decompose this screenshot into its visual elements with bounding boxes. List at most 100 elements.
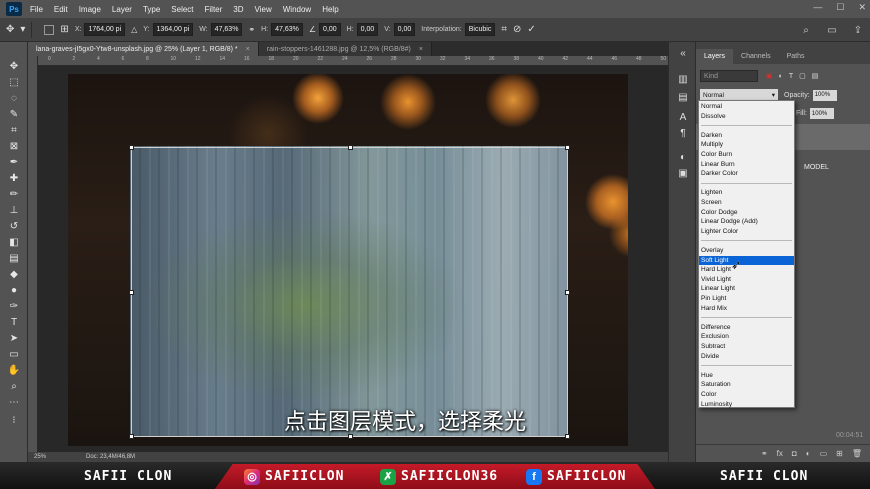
menu-edit[interactable]: Edit [54,5,68,14]
menu-layer[interactable]: Layer [112,5,132,14]
pen-tool-icon[interactable]: ✑ [6,300,22,314]
blend-option-multiply[interactable]: Multiply [699,140,794,150]
pixel-filter-icon[interactable]: ▣ [766,72,773,80]
blend-option-vivid-light[interactable]: Vivid Light [699,275,794,285]
menu-type[interactable]: Type [143,5,160,14]
blend-option-hard-mix[interactable]: Hard Mix [699,304,794,314]
maximize-icon[interactable]: ☐ [836,2,844,13]
lasso-tool-icon[interactable]: ◌ [6,92,22,106]
clone-stamp-tool-icon[interactable]: ⊥ [6,204,22,218]
menu-window[interactable]: Window [283,5,311,14]
menu-help[interactable]: Help [322,5,338,14]
close-tab-icon[interactable]: × [246,46,250,53]
menu-select[interactable]: Select [171,5,193,14]
dodge-tool-icon[interactable]: ● [6,284,22,298]
warp-icon[interactable]: ⌗ [501,24,507,35]
character-icon[interactable]: A [676,112,690,124]
blend-option-subtract[interactable]: Subtract [699,342,794,352]
blend-option-screen[interactable]: Screen [699,198,794,208]
blend-option-hard-light[interactable]: Hard Light [699,265,794,275]
workspace-icon[interactable]: ▭ [824,22,840,38]
canvas-workspace[interactable]: 点击图层模式，选择柔光 [38,66,668,452]
transform-bounding-box[interactable] [129,145,570,439]
tab-channels[interactable]: Channels [733,49,779,64]
transform-handle[interactable] [565,290,570,295]
history-brush-tool-icon[interactable]: ↺ [6,220,22,234]
crop-tool-icon[interactable]: ⌗ [6,124,22,138]
move-tool-icon[interactable]: ✥ [6,24,14,35]
mask-icon[interactable]: ◘ [792,449,797,458]
blend-option-pin-light[interactable]: Pin Light [699,294,794,304]
tab-layers[interactable]: Layers [696,49,734,64]
fill-field[interactable]: 100% [809,108,834,119]
blend-option-color-dodge[interactable]: Color Dodge [699,208,794,218]
menu-image[interactable]: Image [79,5,101,14]
app-logo[interactable]: Ps [6,2,22,16]
fx-icon[interactable]: fx [777,449,783,458]
new-layer-icon[interactable]: ⊞ [836,449,843,458]
search-icon[interactable]: ⌕ [798,22,814,38]
more-tools-icon[interactable]: ⋯ [6,396,22,410]
close-icon[interactable]: ✕ [858,2,866,13]
kind-filter[interactable]: Kind [700,70,758,82]
menu-filter[interactable]: Filter [205,5,223,14]
blend-mode-dropdown[interactable]: Normal Dissolve Darken Multiply Color Burn Li… [698,100,795,408]
group-icon[interactable]: ▭ [820,449,828,458]
width-field[interactable]: 47,63% [210,23,243,36]
blend-option-normal[interactable]: Normal [699,102,794,112]
blend-option-lighter-color[interactable]: Lighter Color [699,227,794,237]
move-tool-icon[interactable]: ✥ [6,60,22,74]
paragraph-icon[interactable]: ¶ [676,128,690,140]
trash-icon[interactable]: 🗑 [852,449,862,458]
doc-size[interactable]: Doc: 23,4M/46,8M [86,454,135,460]
dropdown-chevron-icon[interactable]: ▾ [20,24,25,35]
menu-view[interactable]: View [255,5,272,14]
transform-handle[interactable] [348,145,353,150]
blend-option-divide[interactable]: Divide [699,352,794,362]
quick-select-tool-icon[interactable]: ✎ [6,108,22,122]
tab-rain-stoppers[interactable]: rain-stoppers-1461288.jpg @ 12,5% (RGB/8… [258,42,432,56]
eyedropper-tool-icon[interactable]: ✒ [6,156,22,170]
blend-option-linear-burn[interactable]: Linear Burn [699,160,794,170]
marquee-tool-icon[interactable]: ⬚ [6,76,22,90]
blend-option-darken[interactable]: Darken [699,131,794,141]
height-field[interactable]: 47,63% [271,23,303,36]
blend-option-hue[interactable]: Hue [699,371,794,381]
shape-filter-icon[interactable]: ▢ [799,72,806,80]
y-field[interactable]: 1364,00 pi [152,23,194,36]
history-icon[interactable]: ▥ [676,74,690,86]
type-tool-icon[interactable]: T [6,316,22,330]
transform-handle[interactable] [565,434,570,439]
commit-transform-icon[interactable]: ✓ [527,24,535,35]
blend-option-color[interactable]: Color [699,390,794,400]
minimize-icon[interactable]: — [813,2,822,13]
x-field[interactable]: 1764,00 pi [84,23,126,36]
blend-option-color-burn[interactable]: Color Burn [699,150,794,160]
blend-option-linear-light[interactable]: Linear Light [699,284,794,294]
zoom-tool-icon[interactable]: ⌕ [6,380,22,394]
blend-option-lighten[interactable]: Lighten [699,188,794,198]
blend-option-overlay[interactable]: Overlay [699,246,794,256]
shape-tool-icon[interactable]: ▭ [6,348,22,362]
eraser-tool-icon[interactable]: ◧ [6,236,22,250]
transform-handle[interactable] [129,145,134,150]
adjustment-layer-icon[interactable]: ◐ [806,449,811,458]
collapse-icon[interactable]: « [676,48,690,60]
share-icon[interactable]: ⇪ [850,22,866,38]
blend-option-exclusion[interactable]: Exclusion [699,332,794,342]
vertical-ruler[interactable] [28,56,38,452]
frame-tool-icon[interactable]: ⊠ [6,140,22,154]
adjustments-icon[interactable]: ◐ [676,152,690,164]
transform-handle[interactable] [565,145,570,150]
properties-icon[interactable]: ▤ [676,92,690,104]
tab-paths[interactable]: Paths [779,49,813,64]
blend-option-saturation[interactable]: Saturation [699,380,794,390]
menu-file[interactable]: File [30,5,43,14]
reference-point-checkbox[interactable] [44,24,55,35]
blend-option-darker-color[interactable]: Darker Color [699,169,794,179]
cancel-transform-icon[interactable]: ⊘ [513,24,521,35]
vskew-field[interactable]: 0,00 [393,23,416,36]
link-icon[interactable]: ⚭ [248,25,255,34]
hand-tool-icon[interactable]: ✋ [6,364,22,378]
opacity-field[interactable]: 100% [812,89,837,101]
